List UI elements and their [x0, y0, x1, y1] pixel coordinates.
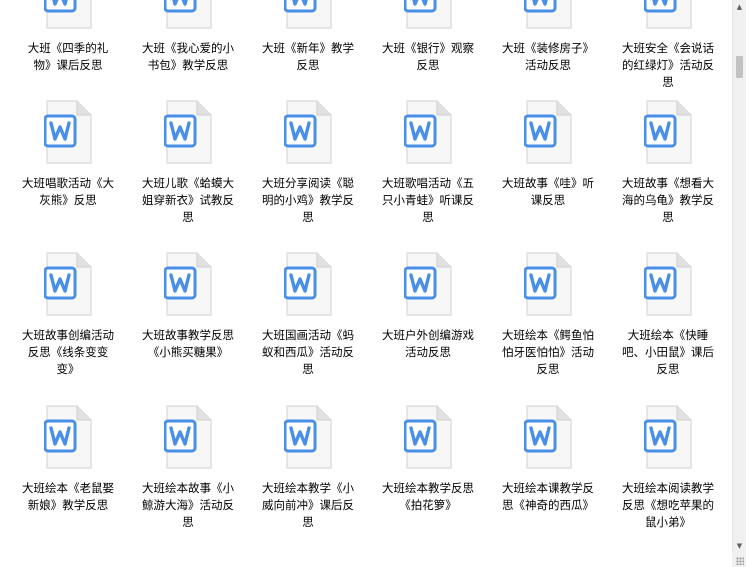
word-doc-icon: [404, 405, 452, 469]
file-item[interactable]: 大班《新年》教学反思: [258, 0, 358, 115]
file-name-label: 大班安全《会说话的红绿灯》活动反思: [622, 41, 714, 89]
word-doc-icon: [644, 252, 692, 316]
file-item[interactable]: 大班绘本教学反思《拍花箩》: [378, 405, 478, 555]
word-doc-icon: [44, 405, 92, 469]
file-name-label: 大班绘本《老鼠娶新娘》教学反思: [22, 481, 114, 512]
file-item[interactable]: 大班绘本故事《小鲸游大海》活动反思: [138, 405, 238, 555]
file-item[interactable]: 大班《银行》观察反思: [378, 0, 478, 115]
file-item[interactable]: 大班故事《哇》听课反思: [498, 100, 598, 250]
file-item[interactable]: 大班绘本教学《小威向前冲》课后反思: [258, 405, 358, 555]
file-name-label: 大班故事《想看大海的乌龟》教学反思: [622, 176, 714, 224]
resize-grip[interactable]: [732, 553, 746, 567]
file-item[interactable]: 大班《四季的礼物》课后反思: [18, 0, 118, 115]
file-name-label: 大班歌唱活动《五只小青蛙》听课反思: [382, 176, 474, 224]
file-name-label: 大班分享阅读《聪明的小鸡》教学反思: [262, 176, 354, 224]
file-item[interactable]: 大班国画活动《蚂蚁和西瓜》活动反思: [258, 252, 358, 402]
file-name-label: 大班故事《哇》听课反思: [502, 176, 594, 207]
file-item[interactable]: 大班故事教学反思《小熊买糖果》: [138, 252, 238, 402]
file-item[interactable]: 大班绘本阅读教学反思《想吃苹果的鼠小弟》: [618, 405, 718, 555]
word-doc-icon: [164, 100, 212, 164]
word-doc-icon: [164, 252, 212, 316]
word-doc-icon: [644, 100, 692, 164]
file-item[interactable]: 大班《装修房子》活动反思: [498, 0, 598, 115]
word-doc-icon: [284, 405, 332, 469]
file-name-label: 大班《银行》观察反思: [382, 41, 474, 72]
file-item[interactable]: 大班儿歌《蛤蟆大姐穿新衣》试教反思: [138, 100, 238, 250]
file-name-label: 大班故事创编活动反思《线条变变变》: [22, 328, 114, 376]
word-doc-icon: [404, 100, 452, 164]
scrollbar-thumb[interactable]: [736, 56, 743, 78]
file-name-label: 大班绘本《鳄鱼怕怕牙医怕怕》活动反思: [502, 328, 594, 376]
file-name-label: 大班国画活动《蚂蚁和西瓜》活动反思: [262, 328, 354, 376]
word-doc-icon: [284, 100, 332, 164]
word-doc-icon: [404, 0, 452, 29]
resize-grip-icon: [736, 557, 744, 565]
file-item[interactable]: 大班安全《会说话的红绿灯》活动反思: [618, 0, 718, 115]
word-doc-icon: [524, 405, 572, 469]
file-name-label: 大班绘本教学反思《拍花箩》: [382, 481, 474, 512]
file-item[interactable]: 大班绘本《鳄鱼怕怕牙医怕怕》活动反思: [498, 252, 598, 402]
file-name-label: 大班绘本故事《小鲸游大海》活动反思: [142, 481, 234, 529]
word-doc-icon: [164, 405, 212, 469]
vertical-scrollbar[interactable]: ▲ ▼: [732, 0, 746, 567]
word-doc-icon: [524, 100, 572, 164]
file-name-label: 大班绘本教学《小威向前冲》课后反思: [262, 481, 354, 529]
file-item[interactable]: 大班分享阅读《聪明的小鸡》教学反思: [258, 100, 358, 250]
file-grid: 大班《四季的礼物》课后反思 大班《我心爱的小书包》教学反思 大班《新年》教学反思…: [0, 0, 732, 567]
scroll-up-arrow-icon[interactable]: ▲: [733, 0, 746, 14]
word-doc-icon: [44, 0, 92, 29]
file-item[interactable]: 大班户外创编游戏活动反思: [378, 252, 478, 402]
file-name-label: 大班绘本《快睡吧、小田鼠》课后反思: [622, 328, 714, 376]
word-doc-icon: [284, 252, 332, 316]
file-name-label: 大班儿歌《蛤蟆大姐穿新衣》试教反思: [142, 176, 234, 224]
file-name-label: 大班唱歌活动《大灰熊》反思: [22, 176, 114, 207]
file-name-label: 大班绘本课教学反思《神奇的西瓜》: [502, 481, 594, 512]
file-item[interactable]: 大班故事《想看大海的乌龟》教学反思: [618, 100, 718, 250]
file-item[interactable]: 大班绘本《快睡吧、小田鼠》课后反思: [618, 252, 718, 402]
word-doc-icon: [44, 252, 92, 316]
word-doc-icon: [284, 0, 332, 29]
file-item[interactable]: 大班《我心爱的小书包》教学反思: [138, 0, 238, 115]
word-doc-icon: [164, 0, 212, 29]
file-name-label: 大班故事教学反思《小熊买糖果》: [142, 328, 234, 359]
file-item[interactable]: 大班唱歌活动《大灰熊》反思: [18, 100, 118, 250]
file-item[interactable]: 大班故事创编活动反思《线条变变变》: [18, 252, 118, 402]
file-item[interactable]: 大班歌唱活动《五只小青蛙》听课反思: [378, 100, 478, 250]
file-item[interactable]: 大班绘本《老鼠娶新娘》教学反思: [18, 405, 118, 555]
word-doc-icon: [524, 252, 572, 316]
word-doc-icon: [644, 0, 692, 29]
file-name-label: 大班《装修房子》活动反思: [502, 41, 594, 72]
word-doc-icon: [404, 252, 452, 316]
file-name-label: 大班《我心爱的小书包》教学反思: [142, 41, 234, 72]
word-doc-icon: [524, 0, 572, 29]
file-name-label: 大班《新年》教学反思: [262, 41, 354, 72]
word-doc-icon: [44, 100, 92, 164]
file-name-label: 大班绘本阅读教学反思《想吃苹果的鼠小弟》: [622, 481, 714, 529]
scroll-down-arrow-icon[interactable]: ▼: [733, 539, 746, 553]
file-item[interactable]: 大班绘本课教学反思《神奇的西瓜》: [498, 405, 598, 555]
word-doc-icon: [644, 405, 692, 469]
file-name-label: 大班户外创编游戏活动反思: [382, 328, 474, 359]
file-name-label: 大班《四季的礼物》课后反思: [27, 41, 109, 72]
